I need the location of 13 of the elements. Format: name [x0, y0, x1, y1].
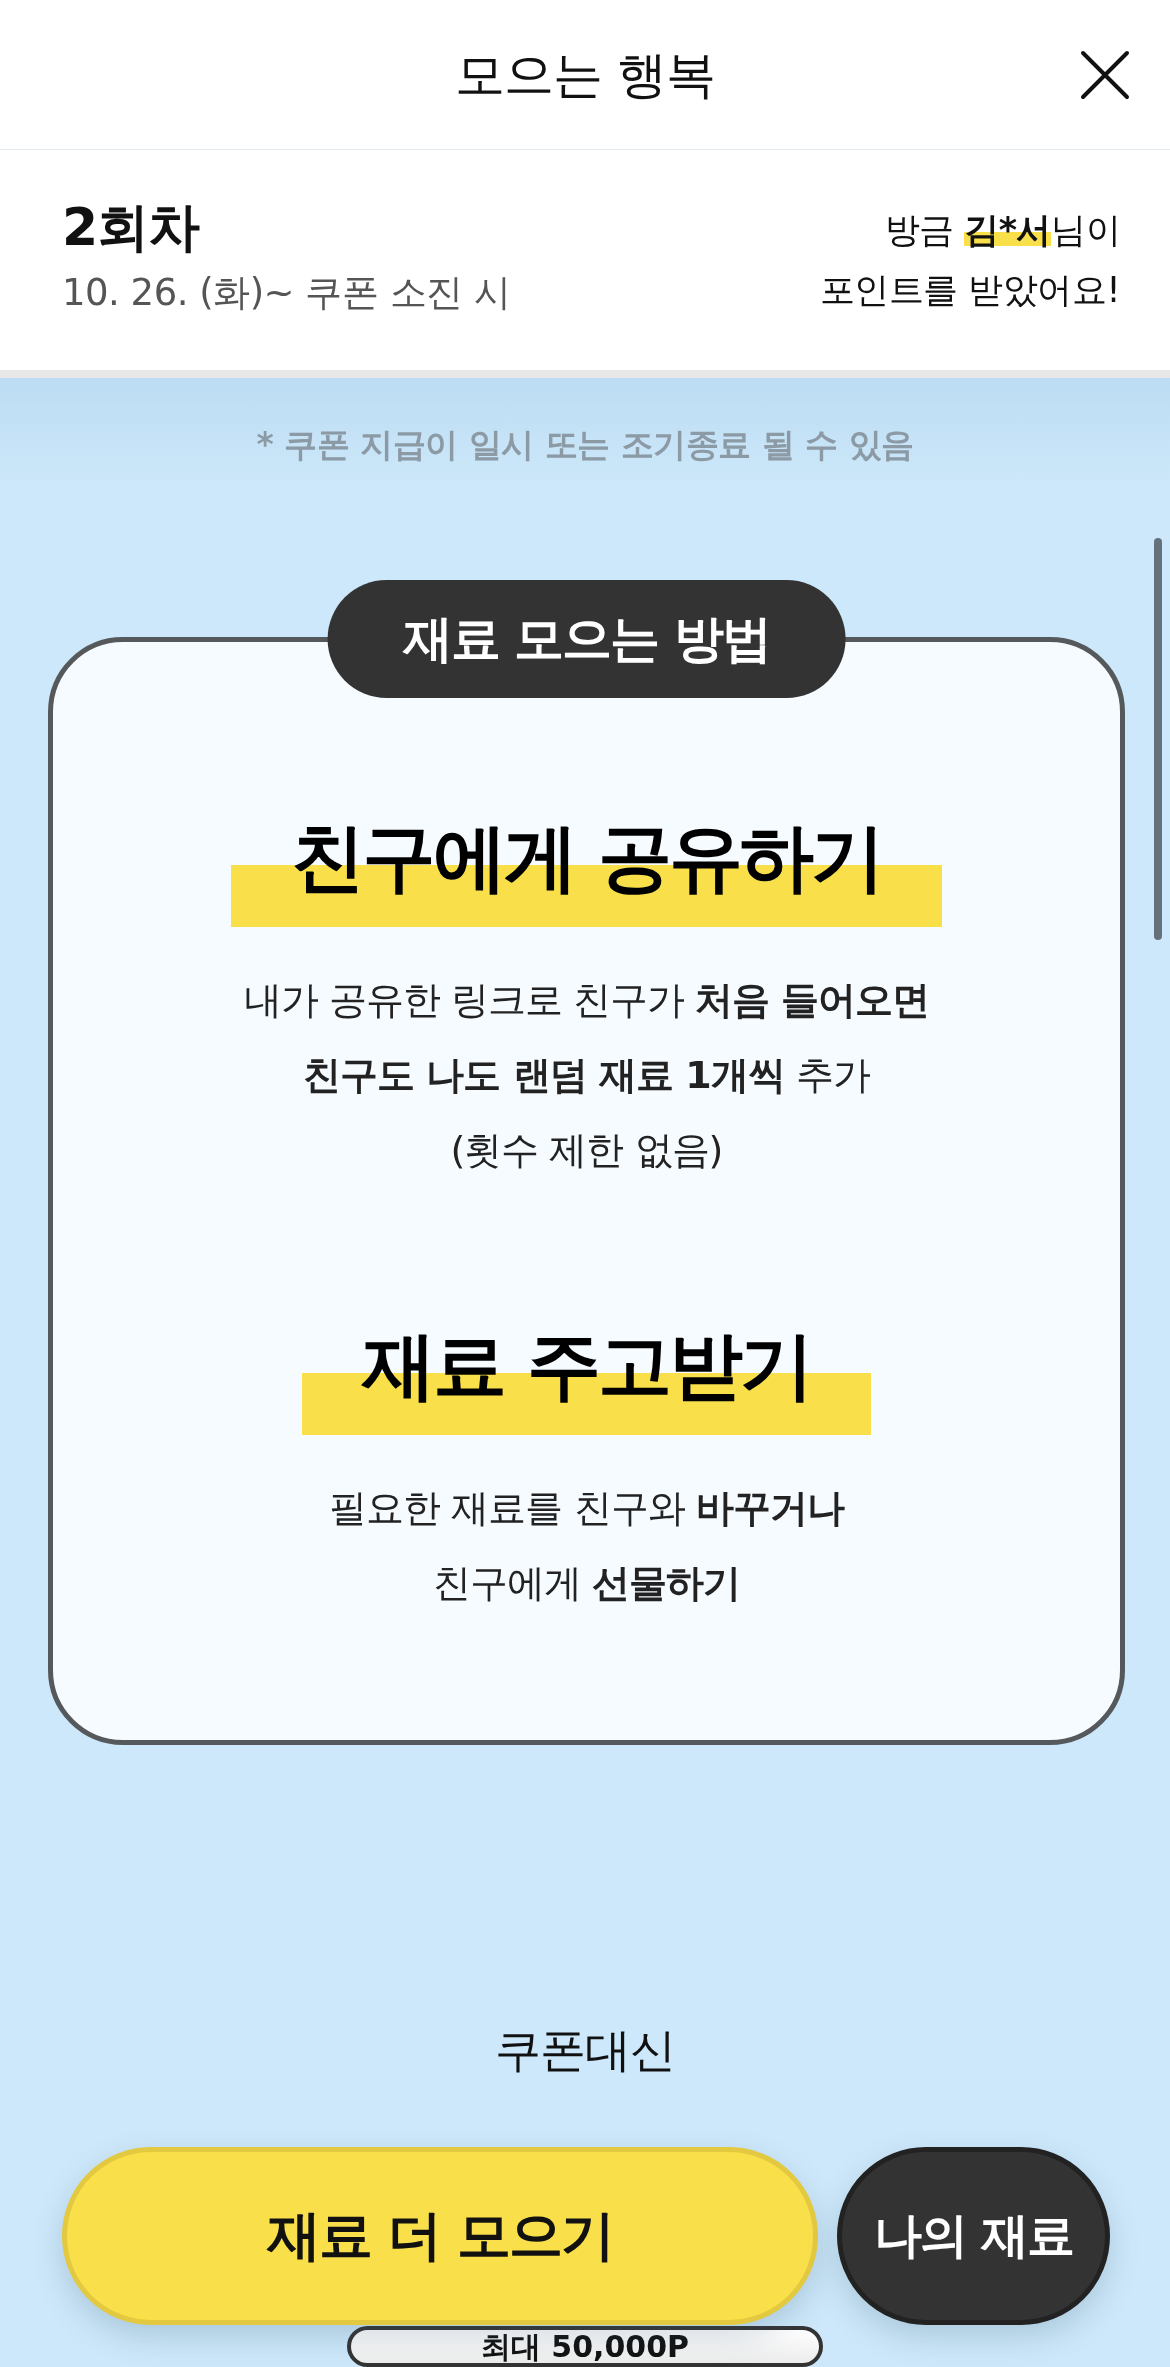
round-period: 10. 26. (화)~ 쿠폰 소진 시: [62, 270, 511, 316]
method-description: 필요한 재료를 친구와 바꾸거나 친구에게 선물하기: [328, 1485, 846, 1607]
collect-more-button[interactable]: 재료 더 모으기: [62, 2147, 818, 2325]
method-description: 내가 공유한 링크로 친구가 처음 들어오면 친구도 나도 랜덤 재료 1개씩 추가 (횟수 제한 없음): [242, 977, 931, 1174]
page-title: 모으는 행복: [455, 44, 715, 106]
close-icon: [1080, 49, 1130, 100]
close-button[interactable]: [1080, 49, 1130, 100]
round-label: 2회차: [62, 196, 201, 259]
section-tag: 재료 모으는 방법: [327, 580, 846, 698]
notice-text: * 쿠폰 지급이 일시 또는 조기종료 될 수 있음: [255, 424, 915, 466]
max-points-badge: 최대 50,000P: [346, 2326, 824, 2367]
scrollbar-thumb[interactable]: [1154, 538, 1162, 940]
promo-subtitle: 쿠폰대신: [494, 2022, 676, 2079]
